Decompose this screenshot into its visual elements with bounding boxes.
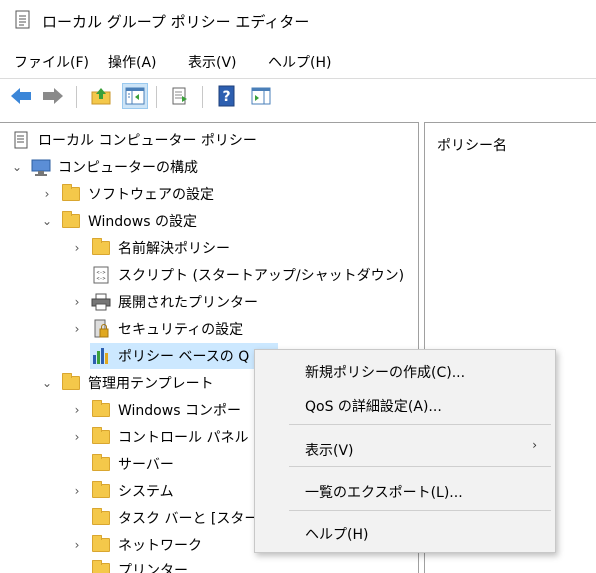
menu-file[interactable]: ファイル(F) — [14, 52, 89, 72]
folder-icon — [90, 454, 112, 474]
folder-icon — [60, 184, 82, 204]
context-help[interactable]: ヘルプ(H) — [305, 524, 368, 544]
computer-icon — [30, 157, 52, 177]
tree-node-admin-templates[interactable]: ⌄ 管理用テンプレート — [40, 370, 214, 396]
tree-node-name-resolution[interactable]: › 名前解決ポリシー — [70, 235, 230, 261]
tree-node-label: Windows の設定 — [88, 214, 197, 230]
tree-node-label: コントロール パネル — [118, 430, 249, 446]
tree-node-label: ネットワーク — [118, 538, 202, 554]
folder-icon — [60, 211, 82, 231]
column-header-policy-name[interactable]: ポリシー名 — [437, 135, 507, 155]
toolbar-separator — [156, 86, 157, 108]
tree-node-printers[interactable]: プリンター — [90, 557, 188, 573]
chevron-right-icon[interactable]: › — [70, 403, 84, 417]
tree-node-label: サーバー — [118, 457, 174, 473]
script-icon: <-> <-> — [90, 265, 112, 285]
tree-node-network[interactable]: › ネットワーク — [70, 532, 202, 558]
tree-node-label: ポリシー ベースの Q — [118, 349, 250, 365]
chevron-right-icon[interactable]: › — [70, 430, 84, 444]
folder-icon — [90, 427, 112, 447]
menu-help[interactable]: ヘルプ(H) — [268, 52, 331, 72]
context-advanced-qos[interactable]: QoS の詳細設定(A)... — [305, 396, 442, 416]
chevron-right-icon[interactable]: › — [70, 538, 84, 552]
tree-node-label: コンピューターの構成 — [58, 160, 198, 176]
menu-separator — [0, 78, 596, 79]
title-bar: ローカル グループ ポリシー エディター — [0, 0, 596, 42]
notepad-policy-icon — [14, 10, 32, 30]
tree-node-label: ソフトウェアの設定 — [88, 187, 214, 203]
tree-node-windows-settings[interactable]: ⌄ Windows の設定 — [40, 208, 197, 234]
svg-text:<->: <-> — [96, 276, 105, 282]
folder-icon — [60, 373, 82, 393]
tree-node-software-settings[interactable]: › ソフトウェアの設定 — [40, 181, 214, 207]
folder-icon — [90, 238, 112, 258]
toolbar: ? — [0, 80, 596, 114]
menu-view[interactable]: 表示(V) — [188, 52, 237, 72]
back-arrow-icon[interactable] — [8, 83, 34, 109]
context-view[interactable]: 表示(V) — [305, 440, 354, 460]
chevron-right-icon[interactable]: › — [70, 241, 84, 255]
tree-node-computer-config[interactable]: ⌄ コンピューターの構成 — [10, 154, 198, 180]
security-lock-icon — [90, 319, 112, 339]
menu-action[interactable]: 操作(A) — [108, 52, 157, 72]
tree-node-scripts[interactable]: <-> <-> スクリプト (スタートアップ/シャットダウン) — [90, 262, 404, 288]
menu-bar: ファイル(F) 操作(A) 表示(V) ヘルプ(H) — [0, 46, 596, 76]
tree-node-server[interactable]: サーバー — [90, 451, 174, 477]
toolbar-separator — [202, 86, 203, 108]
tree-node-system[interactable]: › システム — [70, 478, 174, 504]
folder-icon — [90, 481, 112, 501]
tree-node-label: 名前解決ポリシー — [118, 241, 230, 257]
tree-node-security-settings[interactable]: › セキュリティの設定 — [70, 316, 243, 342]
menu-separator — [289, 466, 551, 467]
menu-separator — [289, 510, 551, 511]
svg-text:?: ? — [222, 89, 230, 105]
printer-icon — [90, 292, 112, 312]
up-folder-icon[interactable] — [88, 83, 114, 109]
folder-icon — [90, 535, 112, 555]
tree-node-label: 展開されたプリンター — [118, 295, 258, 311]
chevron-down-icon[interactable]: ⌄ — [10, 160, 24, 174]
tree-node-label: タスク バーと [スター — [118, 511, 259, 527]
chevron-right-icon[interactable]: › — [40, 187, 54, 201]
policy-document-icon — [10, 130, 32, 150]
tree-node-label: スクリプト (スタートアップ/シャットダウン) — [118, 268, 405, 284]
bar-chart-icon — [90, 346, 112, 366]
tree-node-taskbar[interactable]: タスク バーと [スター — [90, 505, 258, 531]
folder-icon — [90, 560, 112, 573]
tree-node-label: 管理用テンプレート — [88, 376, 214, 392]
tree-node-label: システム — [118, 484, 174, 500]
show-hide-tree-icon[interactable] — [122, 83, 148, 109]
tree-node-label: Windows コンポー — [118, 403, 241, 419]
tree-node-deployed-printers[interactable]: › 展開されたプリンター — [70, 289, 258, 315]
chevron-right-icon[interactable]: › — [70, 295, 84, 309]
context-new-policy[interactable]: 新規ポリシーの作成(C)... — [305, 362, 465, 382]
show-action-pane-icon[interactable] — [248, 83, 274, 109]
chevron-down-icon[interactable]: ⌄ — [40, 214, 54, 228]
tree-node-root[interactable]: ローカル コンピューター ポリシー — [10, 127, 257, 153]
menu-separator — [289, 424, 551, 425]
folder-icon — [90, 400, 112, 420]
context-menu: 新規ポリシーの作成(C)... QoS の詳細設定(A)... 表示(V) › … — [254, 349, 556, 553]
tree-node-control-panel[interactable]: › コントロール パネル — [70, 424, 248, 450]
chevron-right-icon[interactable]: › — [70, 322, 84, 336]
window-title: ローカル グループ ポリシー エディター — [42, 13, 310, 31]
chevron-right-icon: › — [532, 438, 537, 452]
forward-arrow-icon[interactable] — [40, 83, 66, 109]
tree-node-label: ローカル コンピューター ポリシー — [38, 133, 257, 149]
tree-node-label: プリンター — [118, 563, 188, 573]
export-list-icon[interactable] — [168, 83, 194, 109]
folder-icon — [90, 508, 112, 528]
chevron-right-icon[interactable]: › — [70, 484, 84, 498]
tree-node-label: セキュリティの設定 — [118, 322, 244, 338]
toolbar-separator — [76, 86, 77, 108]
tree-node-windows-components[interactable]: › Windows コンポー — [70, 397, 241, 423]
help-icon[interactable]: ? — [214, 83, 240, 109]
tree-node-qos-policy[interactable]: ポリシー ベースの Q — [90, 343, 278, 369]
chevron-down-icon[interactable]: ⌄ — [40, 376, 54, 390]
context-export-list[interactable]: 一覧のエクスポート(L)... — [305, 482, 463, 502]
